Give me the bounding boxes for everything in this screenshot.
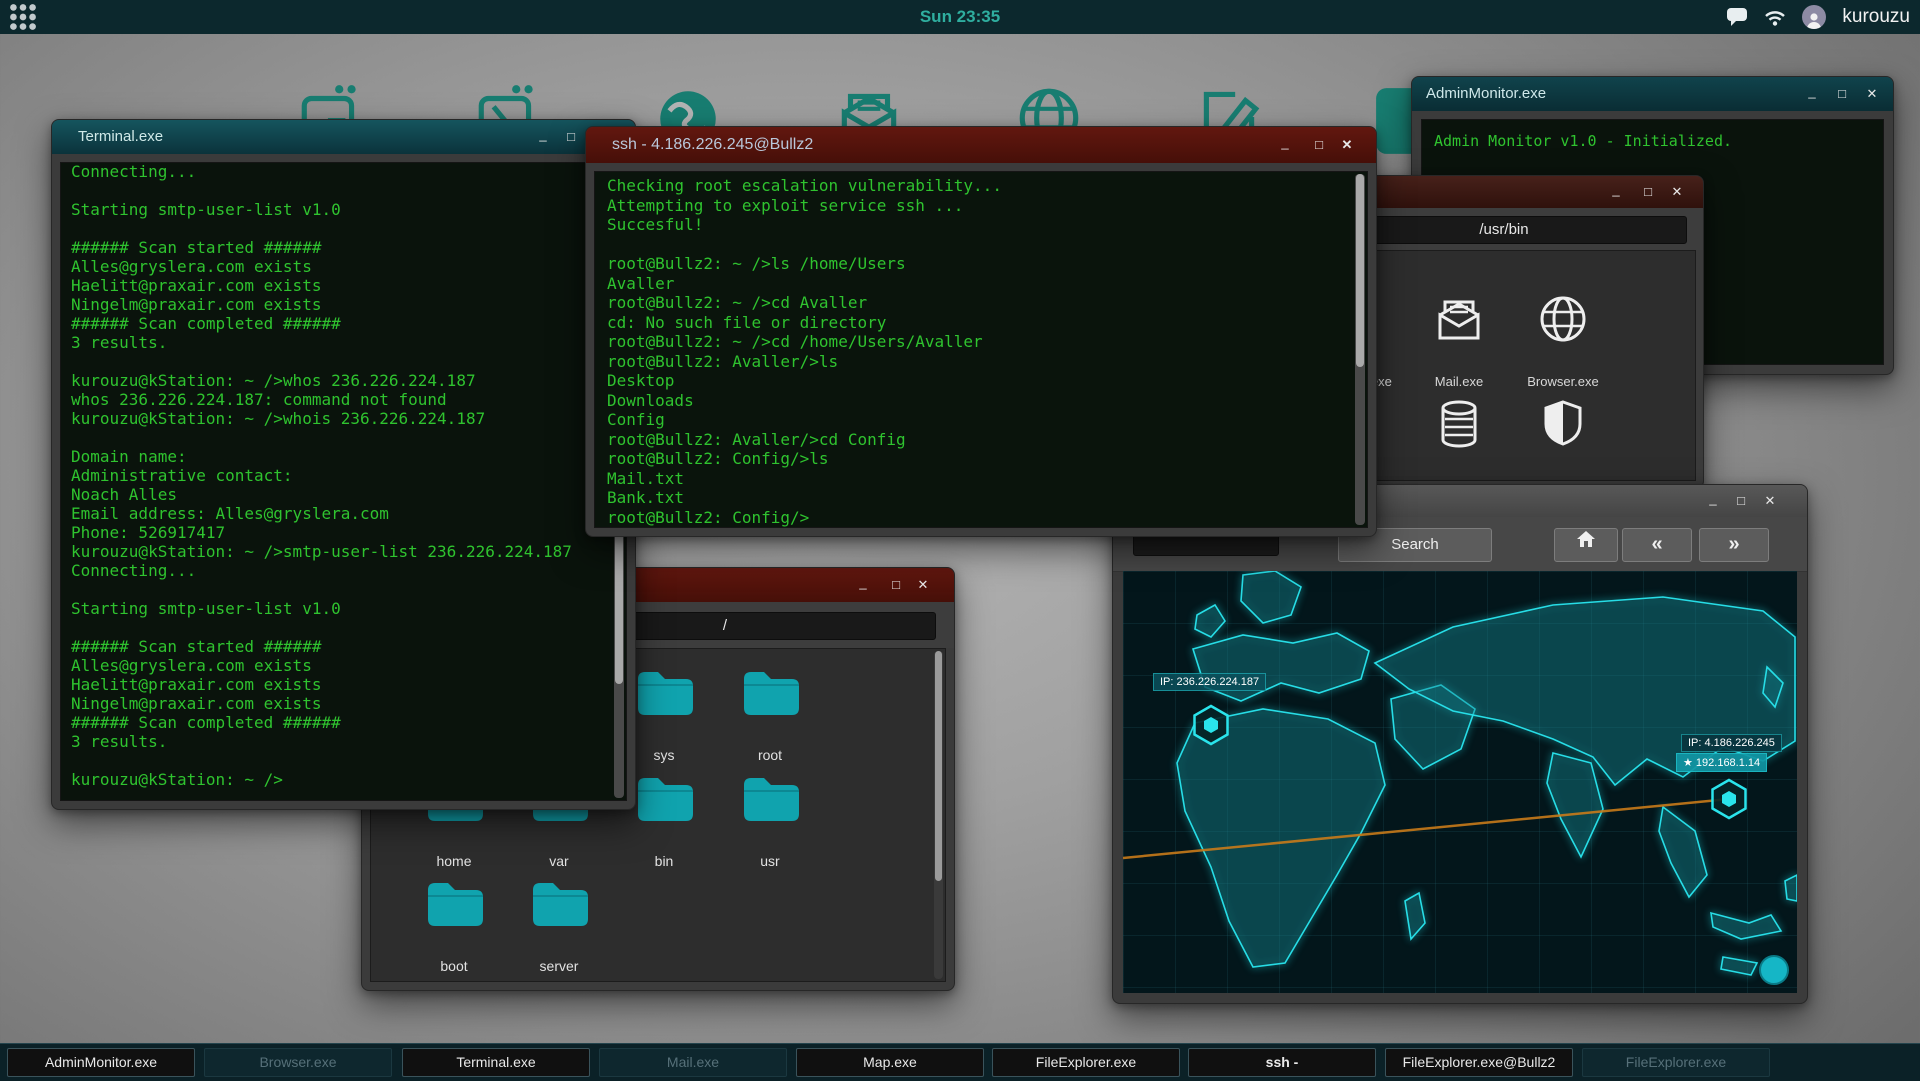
mail-icon [1431,291,1487,347]
folder-icon [741,669,799,715]
world-map[interactable]: IP: 236.226.224.187 IP: 4.186.226.245 ★ … [1123,571,1797,993]
minimize-button[interactable]: _ [533,120,553,150]
top-bar: Sun 23:35 kurouzu [0,0,1920,34]
back-button[interactable]: « [1622,528,1692,562]
window-map: _ □ ✕ Search « » [1112,484,1808,1004]
folder-item[interactable]: server [509,880,609,974]
taskbar-item[interactable]: FileExplorer.exe [992,1048,1180,1077]
taskbar: AdminMonitor.exe Browser.exe Terminal.ex… [0,1043,1920,1081]
folder-item[interactable]: root [720,669,820,763]
database-icon [1431,397,1487,453]
close-button[interactable]: ✕ [1337,127,1357,163]
maximize-button[interactable]: □ [1309,127,1329,163]
username: kurouzu [1842,6,1910,28]
window-terminal: Terminal.exe _ □ ✕ Connecting... Startin… [51,119,636,810]
clock: Sun 23:35 [920,0,1000,34]
scrollbar-thumb[interactable] [935,651,942,881]
folder-item[interactable]: boot [404,880,504,974]
maximize-button[interactable]: □ [561,120,581,154]
folder-icon [635,669,693,715]
forward-button[interactable]: » [1699,528,1769,562]
app-item[interactable]: AdminMonitor.exe [1519,397,1607,481]
folder-icon [635,775,693,821]
minimize-button[interactable]: _ [1703,485,1723,513]
close-button[interactable]: ✕ [1862,77,1882,111]
maximize-button[interactable]: □ [886,568,906,602]
home-network-label: ★ 192.168.1.14 [1676,753,1767,772]
taskbar-item[interactable]: ssh - [1188,1048,1376,1077]
app-item[interactable]: LogViewer.exe [1415,397,1503,481]
maximize-button[interactable]: □ [1731,485,1751,517]
taskbar-item[interactable]: Mail.exe [599,1048,787,1077]
wifi-icon[interactable] [1764,8,1786,26]
window-title: Terminal.exe [78,120,163,154]
scrollbar[interactable] [1355,174,1365,525]
close-button[interactable]: ✕ [1760,485,1780,517]
scrollbar[interactable] [934,651,943,979]
taskbar-item[interactable]: Browser.exe [204,1048,392,1077]
minimize-button[interactable]: _ [1606,176,1626,204]
titlebar[interactable]: Terminal.exe _ □ ✕ [52,120,635,154]
globe-icon [1535,291,1591,347]
minimize-button[interactable]: _ [1275,127,1295,159]
folder-icon [530,880,588,926]
taskbar-item[interactable]: FileExplorer.exe@Bullz2 [1385,1048,1573,1077]
folder-icon [425,880,483,926]
app-item[interactable]: Browser.exe [1519,291,1607,389]
close-button[interactable]: ✕ [913,568,933,602]
map-canvas [1123,571,1797,993]
avatar[interactable] [1802,5,1826,29]
window-ssh: ssh - 4.186.226.245@Bullz2 _ □ ✕ Checkin… [585,126,1377,537]
taskbar-item[interactable]: Map.exe [796,1048,984,1077]
terminal-output: Connecting... Starting smtp-user-list v1… [61,162,626,795]
user-icon [1805,11,1823,29]
ssh-screen[interactable]: Checking root escalation vulnerability..… [594,171,1368,528]
folder-item[interactable]: usr [720,775,820,869]
app-item[interactable]: Mail.exe [1415,291,1503,389]
map-marker-target[interactable] [1713,780,1746,818]
chat-icon[interactable] [1726,7,1748,27]
window-title: AdminMonitor.exe [1426,77,1546,111]
locate-button[interactable] [1759,955,1789,985]
titlebar[interactable]: ssh - 4.186.226.245@Bullz2 _ □ ✕ [586,127,1376,163]
home-icon [1576,530,1596,548]
taskbar-item[interactable]: FileExplorer.exe [1582,1048,1770,1077]
map-marker-scanned[interactable] [1195,706,1228,744]
window-title: ssh - 4.186.226.245@Bullz2 [612,127,813,163]
folder-icon [741,775,799,821]
terminal-screen[interactable]: Connecting... Starting smtp-user-list v1… [60,162,627,801]
ssh-output: Checking root escalation vulnerability..… [595,172,1367,528]
home-button[interactable] [1554,528,1618,562]
app-grid-icon[interactable] [8,3,38,31]
ip-label-target: IP: 4.186.226.245 [1681,734,1782,752]
chevrons-left-icon: « [1651,533,1662,555]
taskbar-item[interactable]: Terminal.exe [402,1048,590,1077]
ip-label-scanned: IP: 236.226.224.187 [1153,673,1266,691]
minimize-button[interactable]: _ [853,568,873,598]
shield-icon [1535,397,1591,453]
maximize-button[interactable]: □ [1638,176,1658,208]
close-button[interactable]: ✕ [1667,176,1687,208]
chevrons-right-icon: » [1728,533,1739,555]
minimize-button[interactable]: _ [1802,77,1822,107]
taskbar-item[interactable]: AdminMonitor.exe [7,1048,195,1077]
maximize-button[interactable]: □ [1832,77,1852,111]
scrollbar-thumb[interactable] [1356,174,1364,367]
titlebar[interactable]: AdminMonitor.exe _ □ ✕ [1412,77,1893,111]
